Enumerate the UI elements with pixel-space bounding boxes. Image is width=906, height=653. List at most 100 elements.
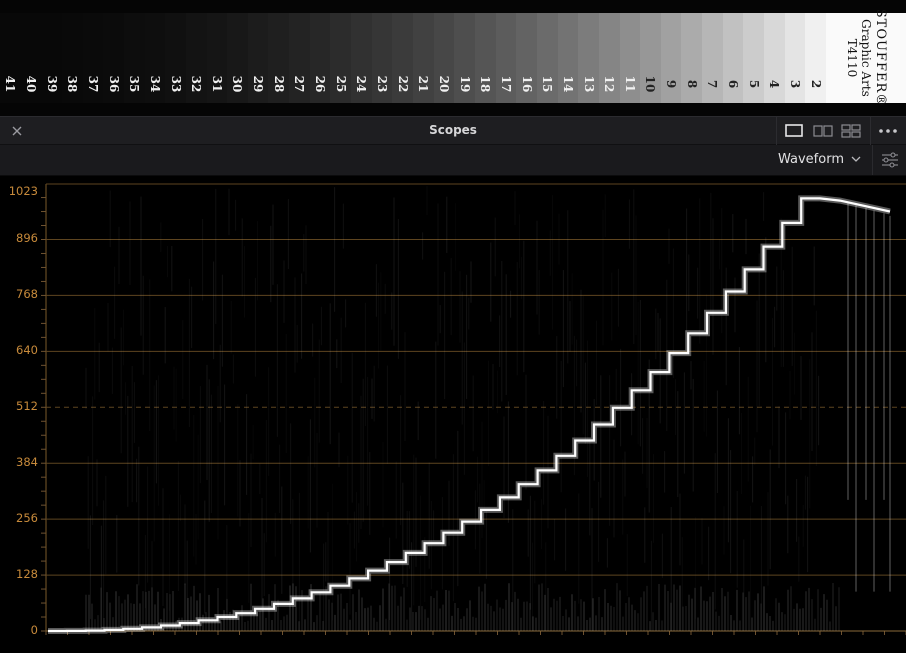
logo-line-3: T4110	[845, 38, 859, 78]
chevron-down-icon	[851, 156, 861, 162]
more-options-button[interactable]	[874, 121, 902, 141]
scope-type-dropdown[interactable]: Waveform	[772, 149, 866, 171]
wedge-step-number: 41	[3, 75, 18, 93]
wedge-step: 41	[0, 13, 22, 103]
wedge-step-number: 9	[664, 79, 679, 89]
wedge-step-number: 35	[127, 75, 142, 93]
graticule-label: 1023	[8, 184, 38, 198]
quad-layout-button[interactable]	[837, 121, 865, 141]
wedge-step: 5	[743, 13, 766, 103]
wedge-step-number: 10	[643, 75, 658, 93]
scope-settings-button[interactable]	[872, 145, 906, 175]
graticule-label: 128	[16, 567, 38, 582]
graticule-label: 256	[16, 511, 38, 526]
wedge-step-number: 5	[746, 79, 761, 89]
wedge-step-number: 4	[767, 79, 782, 89]
wedge-step-number: 34	[147, 75, 162, 93]
wedge-step: 35	[123, 13, 146, 103]
scopes-header: Scopes	[0, 116, 906, 145]
wedge-step-number: 12	[602, 75, 617, 93]
wedge-step: 24	[351, 13, 373, 103]
quad-layout-icon	[841, 124, 861, 138]
wedge-step: 32	[185, 13, 208, 103]
waveform-noise	[85, 187, 840, 631]
dual-layout-button[interactable]	[809, 121, 837, 141]
wedge-step: 3	[784, 13, 807, 103]
wedge-step: 8	[681, 13, 704, 103]
wedge-step-number: 23	[375, 75, 389, 93]
wedge-step-number: 29	[251, 75, 266, 93]
wedge-step: 22	[392, 13, 414, 103]
wedge-step: 16	[516, 13, 538, 103]
wedge-step-number: 14	[560, 75, 575, 93]
dual-layout-icon	[813, 125, 833, 137]
scope-type-label: Waveform	[778, 152, 844, 167]
wedge-step: 13	[578, 13, 600, 103]
stouffer-logo: STOUFFER® Graphic Arts T4110	[826, 9, 906, 107]
wedge-step-number: 16	[519, 75, 534, 93]
wedge-step: 30	[227, 13, 249, 103]
graticule-label: 896	[16, 231, 38, 246]
wedge-step-number: 39	[44, 75, 59, 93]
logo-text: STOUFFER® Graphic Arts T4110	[845, 8, 888, 108]
wedge-step: 36	[103, 13, 125, 103]
wedge-step-number: 40	[23, 75, 38, 93]
wedge-step: 27	[289, 13, 311, 103]
wedge-step: 12	[598, 13, 621, 103]
wedge-step: 25	[330, 13, 353, 103]
wedge-step-number: 2	[808, 79, 823, 89]
wedge-step: 29	[247, 13, 270, 103]
wedge-step-number: 30	[230, 75, 245, 93]
wedge-step: 19	[454, 13, 476, 103]
logo-line-2: Graphic Arts	[859, 19, 873, 97]
wedge-step-number: 15	[540, 75, 555, 93]
wedge-step: 21	[413, 13, 435, 103]
wedge-step: 2	[805, 13, 827, 103]
wedge-step: 11	[619, 13, 642, 103]
wedge-step: 15	[536, 13, 559, 103]
logo-brand: STOUFFER®	[873, 8, 888, 108]
wedge-step-number: 36	[106, 75, 121, 93]
wedge-step-number: 19	[457, 75, 472, 93]
wedge-step-number: 31	[209, 75, 224, 93]
wedge-step: 9	[660, 13, 683, 103]
wedge-step: 28	[268, 13, 291, 103]
wedge-step-number: 38	[65, 75, 80, 93]
wedge-step-number: 3	[788, 79, 802, 89]
wedge-step: 14	[557, 13, 580, 103]
graticule-label: 384	[16, 455, 38, 470]
wedge-step-number: 13	[581, 75, 596, 93]
graticule-label: 640	[16, 343, 38, 358]
scopes-toolbar: Waveform	[0, 145, 906, 176]
wedge-step-number: 24	[354, 75, 369, 93]
wedge-step-number: 11	[622, 75, 637, 93]
wedge-step: 17	[495, 13, 518, 103]
wedge-step-number: 21	[416, 75, 431, 93]
wedge-step-number: 28	[271, 75, 286, 93]
wedge-step-number: 20	[436, 75, 451, 93]
wedge-step: 10	[640, 13, 662, 103]
graticule-label: 512	[16, 399, 38, 414]
waveform-scope[interactable]: 1023 896 768 640 512 384 256 128 0	[0, 176, 906, 653]
wedge-step: 31	[206, 13, 229, 103]
wedge-step-number: 18	[478, 75, 493, 93]
wedge-step: 38	[61, 13, 84, 103]
graticule-label: 768	[16, 287, 38, 302]
wedge-step-number: 6	[726, 79, 741, 89]
wedge-step-number: 22	[395, 75, 410, 93]
wedge-step: 34	[144, 13, 167, 103]
single-layout-button[interactable]	[780, 121, 808, 141]
settings-sliders-icon	[882, 152, 898, 168]
wedge-step-number: 7	[705, 79, 720, 89]
panel-title: Scopes	[429, 123, 477, 137]
step-wedge-image: 41 40 39 38 37 36 35 34 33 32 31 30 29 28 27 26 25 24 23 22…	[0, 0, 906, 116]
wedge-step: 4	[764, 13, 786, 103]
wedge-step: 18	[474, 13, 497, 103]
wedge-step-number: 32	[189, 75, 204, 93]
wedge-step: 40	[20, 13, 43, 103]
wedge-step-number: 25	[333, 75, 348, 93]
wedge-step: 33	[165, 13, 187, 103]
wedge-step-number: 33	[168, 75, 183, 93]
wedge-step: 20	[433, 13, 456, 103]
wedge-step: 26	[309, 13, 332, 103]
